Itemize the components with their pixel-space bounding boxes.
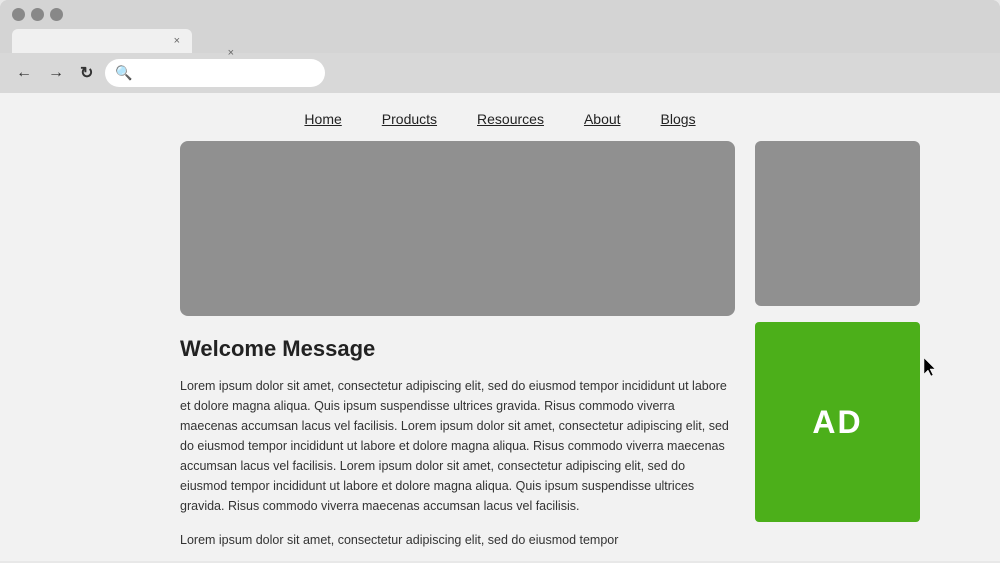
title-bar <box>0 0 1000 29</box>
main-left: Welcome Message Lorem ipsum dolor sit am… <box>180 141 735 561</box>
hero-image <box>180 141 735 316</box>
close-button[interactable] <box>12 8 25 21</box>
tab-inactive[interactable]: × <box>194 41 242 53</box>
maximize-button[interactable] <box>50 8 63 21</box>
side-image <box>755 141 920 306</box>
body-text-2: Lorem ipsum dolor sit amet, consectetur … <box>180 530 735 550</box>
welcome-title: Welcome Message <box>180 336 735 362</box>
nav-item-home[interactable]: Home <box>304 111 341 127</box>
ad-block[interactable]: AD <box>755 322 920 522</box>
main-right: AD <box>755 141 920 522</box>
nav-item-about[interactable]: About <box>584 111 621 127</box>
nav-item-resources[interactable]: Resources <box>477 111 544 127</box>
refresh-button[interactable]: ↻ <box>76 61 97 85</box>
page-content: Home Products Resources About Blogs Welc… <box>0 93 1000 561</box>
tab-close-inactive[interactable]: × <box>228 47 234 59</box>
tab-active[interactable]: × <box>12 29 192 53</box>
nav-item-products[interactable]: Products <box>382 111 437 127</box>
back-button[interactable]: ← <box>12 62 36 84</box>
address-search-icon: 🔍 <box>115 65 132 82</box>
toolbar: ← → ↻ 🔍 <box>0 53 1000 93</box>
tab-close-active[interactable]: × <box>174 35 180 47</box>
body-text-1: Lorem ipsum dolor sit amet, consectetur … <box>180 376 735 516</box>
address-bar-wrapper: 🔍 <box>105 59 988 87</box>
browser-chrome: × × ← → ↻ 🔍 <box>0 0 1000 93</box>
forward-button[interactable]: → <box>44 62 68 84</box>
main-nav: Home Products Resources About Blogs <box>0 93 1000 141</box>
nav-item-blogs[interactable]: Blogs <box>661 111 696 127</box>
tabs-bar: × × <box>0 29 1000 53</box>
address-bar[interactable] <box>105 59 325 87</box>
minimize-button[interactable] <box>31 8 44 21</box>
main-layout: Welcome Message Lorem ipsum dolor sit am… <box>0 141 1000 561</box>
ad-label: AD <box>812 404 862 441</box>
traffic-lights <box>12 8 63 21</box>
